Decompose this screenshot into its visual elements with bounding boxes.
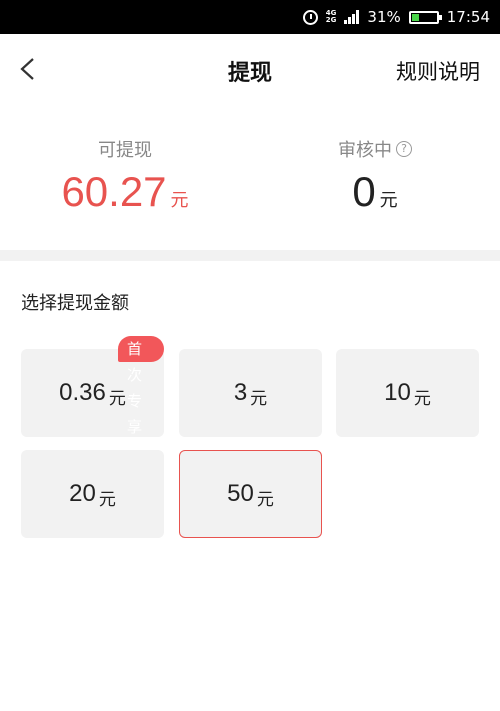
amount-option-3[interactable]: 3 元 xyxy=(179,349,322,437)
network-type-icon: 4G 2G xyxy=(326,10,337,24)
amount-value: 10 xyxy=(384,379,411,406)
status-bar: 4G 2G 31% 17:54 xyxy=(0,0,500,34)
alarm-icon xyxy=(302,9,318,25)
amount-value: 20 xyxy=(69,480,96,507)
under-review: 审核中 ? 0 元 xyxy=(250,104,500,250)
section-divider xyxy=(0,250,500,261)
amount-unit: 元 xyxy=(256,489,274,510)
help-icon[interactable]: ? xyxy=(396,141,412,157)
battery-fill xyxy=(411,13,420,21)
section-title: 选择提现金额 xyxy=(21,293,129,314)
rules-link[interactable]: 规则说明 xyxy=(396,56,480,86)
battery-percent: 31% xyxy=(367,8,401,26)
amount-option-20[interactable]: 20 元 xyxy=(21,450,164,538)
available-value: 60.27 元 xyxy=(61,168,188,216)
network-bottom-label: 2G xyxy=(325,16,337,24)
available-amount: 60.27 xyxy=(61,168,167,215)
amount-unit: 元 xyxy=(250,388,268,409)
amount-unit: 元 xyxy=(413,388,431,409)
first-time-badge: 首次专享 xyxy=(118,336,164,436)
amount-option-0.36[interactable]: 首次专享 0.36 元 xyxy=(21,336,164,437)
amount-value: 3 xyxy=(233,379,248,406)
clock: 17:54 xyxy=(446,8,490,26)
amount-grid: 首次专享 0.36 元 3 元 10 元 20 元 50 元 xyxy=(0,333,500,538)
nav-bar: 提现 规则说明 xyxy=(0,34,500,104)
amount-unit: 元 xyxy=(98,489,116,510)
amount-value: 50 xyxy=(227,480,254,507)
review-amount: 0 xyxy=(352,168,376,215)
available-balance: 可提现 60.27 元 xyxy=(0,104,250,250)
available-label: 可提现 xyxy=(98,140,152,161)
amount-unit: 元 xyxy=(108,388,126,409)
amount-value: 0.36 xyxy=(59,379,106,406)
balance-summary: 可提现 60.27 元 审核中 ? 0 元 xyxy=(0,104,500,250)
battery-icon xyxy=(408,10,442,24)
amount-option-10[interactable]: 10 元 xyxy=(336,349,479,437)
available-unit: 元 xyxy=(170,190,189,211)
signal-icon xyxy=(344,10,360,24)
review-unit: 元 xyxy=(379,190,398,211)
review-label-row: 审核中 ? xyxy=(338,136,412,162)
review-label: 审核中 xyxy=(338,140,392,161)
amount-option-50[interactable]: 50 元 xyxy=(179,450,322,538)
review-value: 0 元 xyxy=(352,168,397,216)
